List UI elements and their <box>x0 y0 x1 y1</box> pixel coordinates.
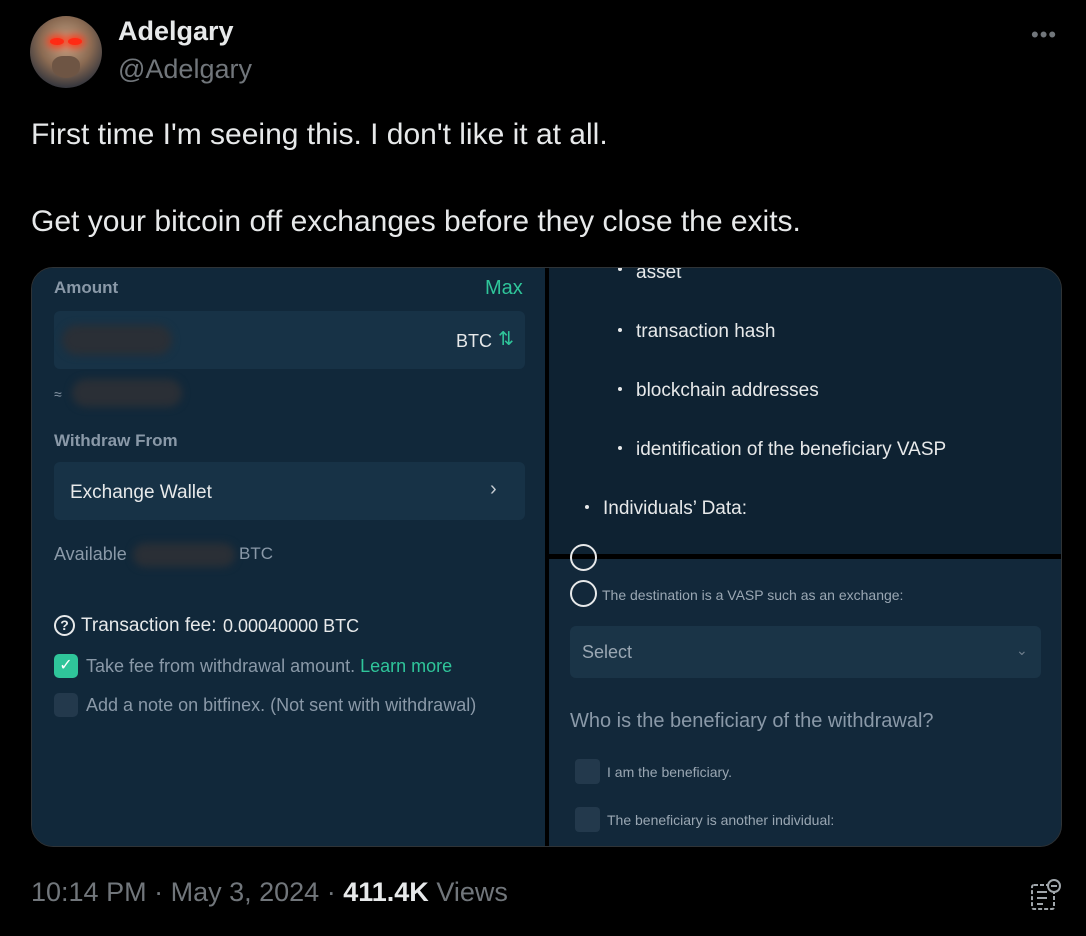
fee-label: Transaction fee: <box>81 615 217 636</box>
bullet-dot <box>618 268 622 271</box>
withdraw-panel: Amount Max BTC ⇅ ≈ Withdraw From Exchang… <box>32 268 545 846</box>
take-fee-label: Take fee from withdrawal amount. Learn m… <box>86 656 452 677</box>
take-fee-checkbox[interactable]: ✓ <box>54 654 78 678</box>
redacted-amount <box>62 325 172 355</box>
avatar-eye-right <box>68 38 82 45</box>
tweet: Adelgary @Adelgary ••• First time I'm se… <box>0 0 1086 936</box>
withdraw-from-value: Exchange Wallet <box>70 482 212 503</box>
sub-bullet-asset: asset <box>636 267 682 283</box>
chevron-down-icon: ⌄ <box>1016 642 1028 658</box>
more-horizontal-icon[interactable]: ••• <box>1031 22 1057 48</box>
learn-more-link[interactable]: Learn more <box>360 656 452 676</box>
tweet-time[interactable]: 10:14 PM <box>31 877 147 907</box>
bullet-dot <box>618 387 622 391</box>
avatar[interactable] <box>30 16 102 88</box>
separator: · <box>326 877 336 907</box>
help-circle-icon[interactable]: ? <box>54 615 75 636</box>
redacted-fiat-value <box>72 379 182 407</box>
sub-bullet-blockchain-addresses: blockchain addresses <box>636 380 819 401</box>
views-count: 411.4K <box>343 877 429 907</box>
other-beneficiary-checkbox[interactable] <box>575 807 600 832</box>
bullet-dot <box>585 505 589 509</box>
views-label: Views <box>436 877 508 907</box>
amount-input[interactable] <box>54 311 525 369</box>
tweet-meta: 10:14 PM · May 3, 2024 · 411.4K Views <box>31 877 508 908</box>
handle[interactable]: @Adelgary <box>118 54 252 85</box>
max-button[interactable]: Max <box>485 277 523 300</box>
tweet-text-line-1: First time I'm seeing this. I don't like… <box>31 118 608 151</box>
tweet-date[interactable]: May 3, 2024 <box>171 877 320 907</box>
take-fee-text: Take fee from withdrawal amount. <box>86 656 356 676</box>
chevron-right-icon: › <box>490 478 497 500</box>
display-name[interactable]: Adelgary <box>118 16 234 47</box>
analytics-icon[interactable] <box>1029 878 1063 912</box>
swap-arrows-icon[interactable]: ⇅ <box>498 328 514 351</box>
available-label: Available <box>54 544 127 564</box>
avatar-eye-left <box>50 38 64 45</box>
add-note-label: Add a note on bitfinex. (Not sent with w… <box>86 695 477 715</box>
vasp-select[interactable]: Select ⌄ <box>570 626 1041 678</box>
radio-partial[interactable] <box>570 544 597 571</box>
fee-value: 0.00040000 BTC <box>223 616 360 636</box>
bullet-dot <box>618 328 622 332</box>
withdraw-from-label: Withdraw From <box>54 431 178 450</box>
separator: · <box>154 877 164 907</box>
select-placeholder: Select <box>582 642 633 662</box>
sub-bullet-beneficiary-vasp: identification of the beneficiary VASP <box>636 439 947 460</box>
vasp-radio[interactable] <box>570 580 597 607</box>
approx-symbol: ≈ <box>54 386 62 402</box>
avatar-beard <box>52 56 80 78</box>
tweet-text-line-2: Get your bitcoin off exchanges before th… <box>31 205 801 238</box>
vasp-option-label: The destination is a VASP such as an exc… <box>602 587 904 603</box>
main-bullet-individuals-data: Individuals’ Data: <box>603 498 747 519</box>
available-currency: BTC <box>239 544 273 563</box>
other-beneficiary-label: The beneficiary is another individual: <box>607 812 835 828</box>
amount-label: Amount <box>54 278 119 297</box>
attached-screenshot[interactable]: Amount Max BTC ⇅ ≈ Withdraw From Exchang… <box>31 267 1062 847</box>
bullet-dot <box>618 446 622 450</box>
self-beneficiary-label: I am the beneficiary. <box>607 764 733 780</box>
sub-bullet-transaction-hash: transaction hash <box>636 321 776 342</box>
redacted-available-balance <box>133 543 235 567</box>
add-note-checkbox[interactable] <box>54 693 78 717</box>
self-beneficiary-checkbox[interactable] <box>575 759 600 784</box>
currency-label: BTC <box>456 331 492 351</box>
beneficiary-question: Who is the beneficiary of the withdrawal… <box>570 710 934 732</box>
